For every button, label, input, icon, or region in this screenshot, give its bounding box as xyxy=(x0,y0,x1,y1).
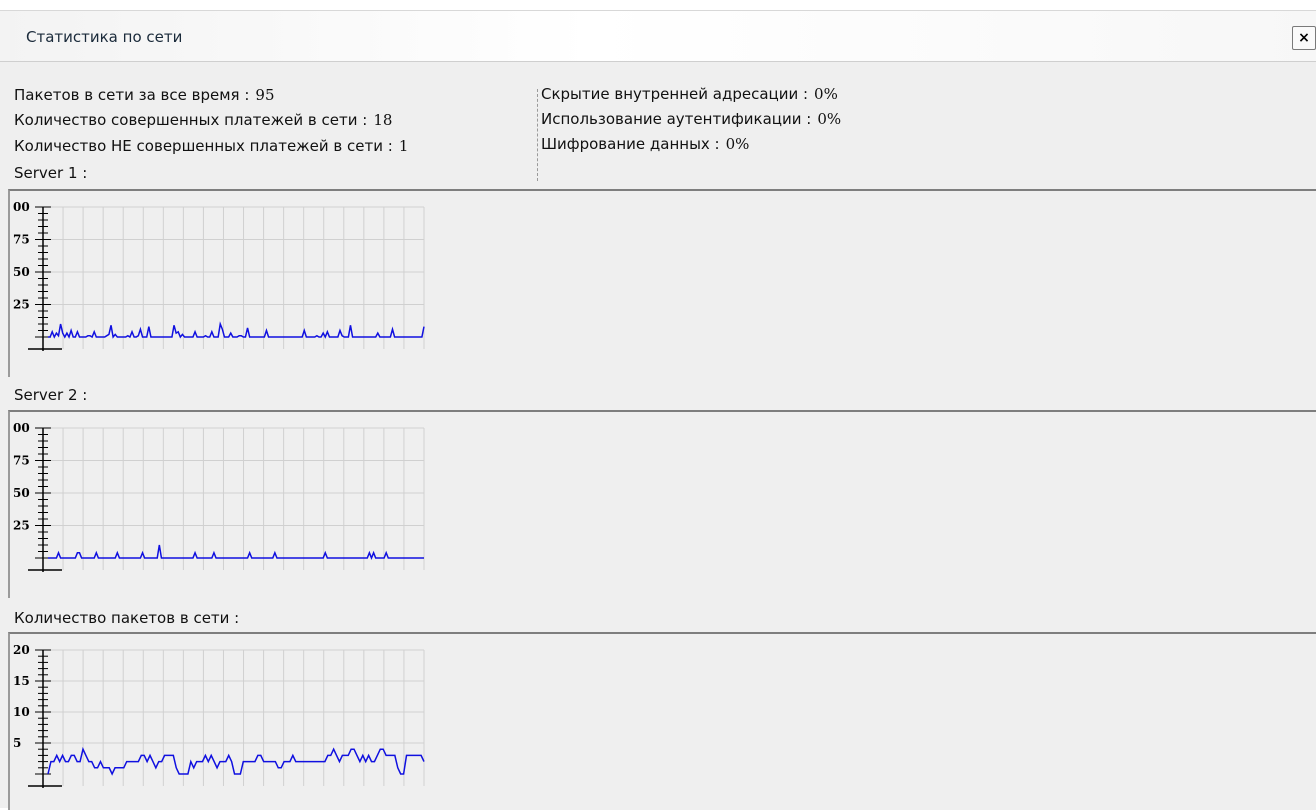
network-stats-window: Статистика по сети × Пакетов в сети за в… xyxy=(0,10,1316,810)
panel-label-server1: Server 1 : xyxy=(14,164,88,182)
stat-total-packets: Пакетов в сети за все время : 95 xyxy=(14,86,275,104)
series-line xyxy=(47,746,425,776)
y-tick-label: 15 xyxy=(13,674,30,688)
y-tick-label: 25 xyxy=(13,298,30,312)
stat-label: Количество совершенных платежей в сети : xyxy=(14,111,368,129)
stat-value: 95 xyxy=(255,86,275,104)
y-tick-label: 50 xyxy=(13,265,30,279)
y-tick-label: 10 xyxy=(13,705,30,719)
series-line xyxy=(48,321,425,339)
y-tick-label: 20 xyxy=(13,643,30,657)
packets-chart: 5 10 15 20 xyxy=(13,643,425,788)
stat-encryption: Шифрование данных : 0% xyxy=(541,135,749,153)
stats-divider xyxy=(537,89,538,181)
panel-label-server2: Server 2 : xyxy=(14,386,88,404)
stat-value: 18 xyxy=(373,111,393,129)
stat-failed-payments: Количество НЕ совершенных платежей в сет… xyxy=(14,137,408,155)
window-titlebar: Статистика по сети × xyxy=(0,11,1316,62)
stat-value: 1 xyxy=(398,137,409,155)
stat-value: 0% xyxy=(725,135,750,153)
y-tick-label: 25 xyxy=(13,519,30,533)
window-title: Статистика по сети xyxy=(26,28,183,46)
series-line xyxy=(48,544,424,561)
chart-panel-server2: 25 50 75 00 xyxy=(8,410,1316,598)
y-tick-label: 75 xyxy=(13,454,30,468)
stat-value: 0% xyxy=(817,110,842,128)
stat-value: 0% xyxy=(814,85,838,103)
stat-address-hiding: Скрытие внутренней адресации : 0% xyxy=(541,85,838,103)
stat-label: Количество НЕ совершенных платежей в сет… xyxy=(14,137,393,155)
y-tick-label: 75 xyxy=(13,233,30,247)
chart-panel-packets: 5 10 15 20 xyxy=(8,632,1316,810)
y-tick-label: 00 xyxy=(13,200,30,214)
stat-label: Скрытие внутренней адресации : xyxy=(541,85,809,103)
server2-chart: 25 50 75 00 xyxy=(13,421,425,572)
y-tick-label: 00 xyxy=(13,421,30,435)
stat-label: Использование аутентификации : xyxy=(541,110,812,128)
server1-chart: 25 50 75 00 xyxy=(13,200,425,351)
stat-label: Пакетов в сети за все время : xyxy=(14,86,250,104)
y-tick-label: 50 xyxy=(13,486,30,500)
stat-authentication: Использование аутентификации : 0% xyxy=(541,110,841,128)
stat-label: Шифрование данных : xyxy=(541,135,720,153)
y-tick-label: 5 xyxy=(13,736,21,750)
close-icon[interactable]: × xyxy=(1292,26,1316,50)
panel-label-packets: Количество пакетов в сети : xyxy=(14,609,240,627)
stat-completed-payments: Количество совершенных платежей в сети :… xyxy=(14,111,392,129)
chart-panel-server1: 25 50 75 00 xyxy=(8,189,1316,377)
